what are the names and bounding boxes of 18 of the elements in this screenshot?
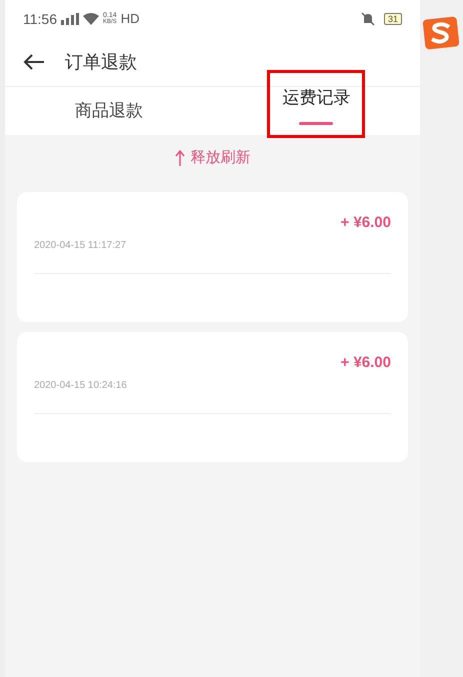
refund-amount: + ¥6.00 bbox=[340, 212, 391, 232]
battery-indicator: 31 bbox=[384, 13, 402, 25]
back-icon[interactable] bbox=[23, 54, 45, 70]
record-time: 2020-04-15 10:24:16 bbox=[34, 379, 127, 393]
status-time: 11:56 bbox=[23, 10, 57, 28]
refund-amount: + ¥6.00 bbox=[340, 352, 391, 372]
signal-icon bbox=[61, 13, 79, 25]
page-title: 订单退款 bbox=[65, 50, 137, 74]
tab[interactable]: 运费记录 bbox=[282, 85, 350, 115]
record-time: 2020-04-15 11:17:27 bbox=[34, 239, 126, 253]
tab-underline bbox=[299, 122, 334, 125]
wifi-icon bbox=[83, 13, 99, 25]
muted-bell-icon bbox=[360, 12, 376, 26]
up-arrow-icon bbox=[174, 150, 184, 166]
refresh-hint: 释放刷新 bbox=[190, 148, 250, 168]
network-label: HD bbox=[120, 10, 140, 28]
tab[interactable]: 商品退款 bbox=[74, 98, 143, 124]
app-logo-icon bbox=[422, 16, 460, 50]
